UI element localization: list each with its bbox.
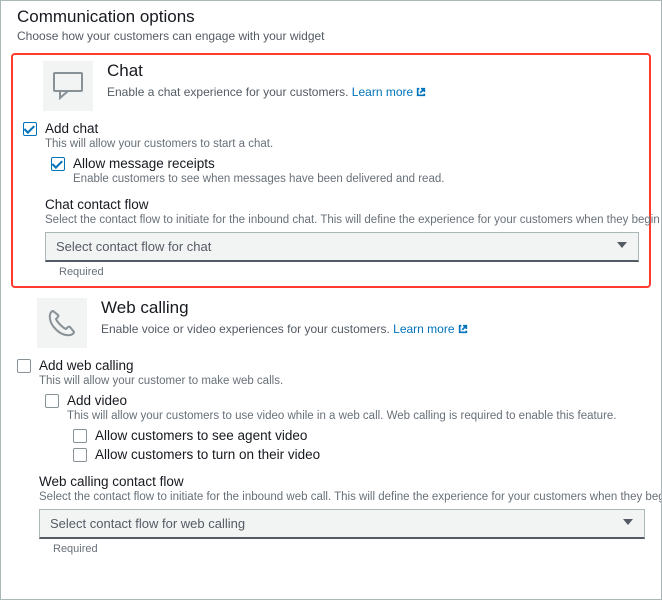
chevron-down-icon [622,516,634,531]
chat-flow-desc: Select the contact flow to initiate for … [45,214,639,226]
panel-description: Choose how your customers can engage wit… [17,29,645,43]
add-video-checkbox[interactable] [45,394,59,408]
chat-icon [43,61,93,111]
chat-flow-placeholder: Select contact flow for chat [56,239,211,254]
agent-video-row: Allow customers to see agent video [73,428,645,443]
phone-icon [37,298,87,348]
chat-flow-select[interactable]: Select contact flow for chat [45,232,639,262]
chat-header: Chat Enable a chat experience for your c… [23,61,639,111]
receipts-row: Allow message receipts Enable customers … [51,156,639,185]
web-subtitle: Enable voice or video experiences for yo… [101,322,468,337]
web-learn-more-link[interactable]: Learn more [393,322,467,336]
add-video-row: Add video This will allow your customers… [45,393,645,422]
add-video-label: Add video [67,393,617,408]
add-web-calling-row: Add web calling This will allow your cus… [17,358,645,387]
chat-subtitle: Enable a chat experience for your custom… [107,85,426,100]
web-title: Web calling [101,298,468,318]
web-flow-title: Web calling contact flow [39,474,645,489]
external-link-icon [416,86,426,100]
web-flow-placeholder: Select contact flow for web calling [50,516,245,531]
add-chat-row: Add chat This will allow your customers … [23,121,639,150]
add-video-desc: This will allow your customers to use vi… [67,410,617,422]
add-chat-checkbox[interactable] [23,122,37,136]
web-flow-desc: Select the contact flow to initiate for … [39,491,645,503]
chat-title: Chat [107,61,426,81]
chat-flow-title: Chat contact flow [45,197,639,212]
add-chat-desc: This will allow your customers to start … [45,138,273,150]
web-flow-select[interactable]: Select contact flow for web calling [39,509,645,539]
agent-video-checkbox[interactable] [73,429,87,443]
customer-video-checkbox[interactable] [73,448,87,462]
web-header: Web calling Enable voice or video experi… [17,298,645,348]
add-web-calling-desc: This will allow your customer to make we… [39,375,283,387]
allow-receipts-label: Allow message receipts [73,156,444,171]
chat-section-highlight: Chat Enable a chat experience for your c… [11,53,651,288]
add-web-calling-checkbox[interactable] [17,359,31,373]
chevron-down-icon [616,239,628,254]
allow-receipts-checkbox[interactable] [51,157,65,171]
communication-options-panel: Communication options Choose how your cu… [0,0,662,600]
allow-receipts-desc: Enable customers to see when messages ha… [73,173,444,185]
agent-video-label: Allow customers to see agent video [95,428,307,443]
add-chat-label: Add chat [45,121,273,136]
web-calling-section: Web calling Enable voice or video experi… [17,298,645,555]
chat-learn-more-link[interactable]: Learn more [352,85,426,99]
web-flow-required: Required [53,543,645,555]
customer-video-row: Allow customers to turn on their video [73,447,645,462]
panel-title: Communication options [17,7,645,27]
add-web-calling-label: Add web calling [39,358,283,373]
external-link-icon [458,323,468,337]
chat-flow-required: Required [59,266,639,278]
customer-video-label: Allow customers to turn on their video [95,447,320,462]
